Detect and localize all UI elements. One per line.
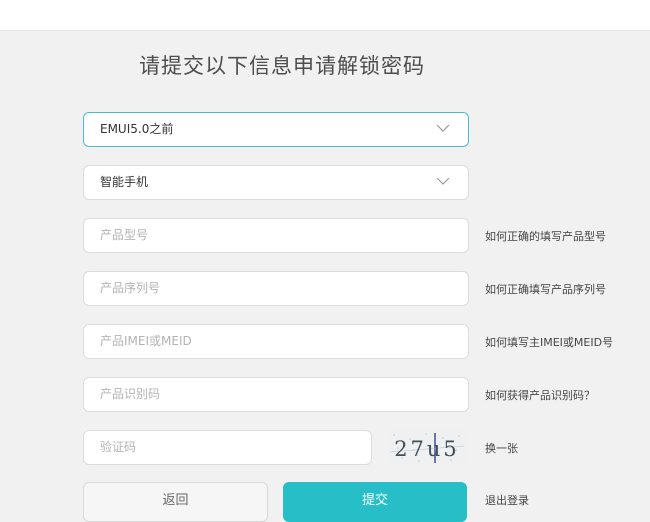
captcha-image[interactable]: 27u5: [388, 430, 466, 465]
product-id-input[interactable]: 产品识别码: [83, 377, 469, 412]
product-model-help-link[interactable]: 如何正确的填写产品型号: [485, 230, 606, 244]
serial-number-help-link[interactable]: 如何正确填写产品序列号: [485, 283, 606, 297]
chevron-down-icon: [436, 177, 450, 185]
captcha-input[interactable]: 验证码: [83, 430, 372, 465]
back-button[interactable]: 返回: [83, 482, 268, 522]
product-id-placeholder: 产品识别码: [100, 387, 161, 401]
device-type-value: 智能手机: [100, 175, 149, 189]
imei-help-link[interactable]: 如何填写主IMEI或MEID号: [485, 336, 613, 350]
refresh-captcha-link[interactable]: 换一张: [485, 442, 518, 456]
captcha-placeholder: 验证码: [100, 440, 137, 454]
page-title: 请提交以下信息申请解锁密码: [139, 54, 425, 78]
chevron-down-icon: [436, 124, 450, 132]
product-id-help-link[interactable]: 如何获得产品识别码？: [485, 389, 595, 403]
submit-button[interactable]: 提交: [283, 482, 467, 522]
system-version-select[interactable]: EMUI5.0之前: [83, 112, 469, 147]
product-model-input[interactable]: 产品型号: [83, 218, 469, 253]
imei-input[interactable]: 产品IMEI或MEID: [83, 324, 469, 359]
product-model-placeholder: 产品型号: [100, 228, 149, 242]
device-type-select[interactable]: 智能手机: [83, 165, 469, 200]
serial-number-placeholder: 产品序列号: [100, 281, 161, 295]
top-header-bar: [0, 0, 650, 31]
serial-number-input[interactable]: 产品序列号: [83, 271, 469, 306]
system-version-value: EMUI5.0之前: [100, 122, 174, 136]
captcha-image-text: 27u5: [394, 437, 460, 461]
imei-placeholder: 产品IMEI或MEID: [100, 334, 192, 348]
